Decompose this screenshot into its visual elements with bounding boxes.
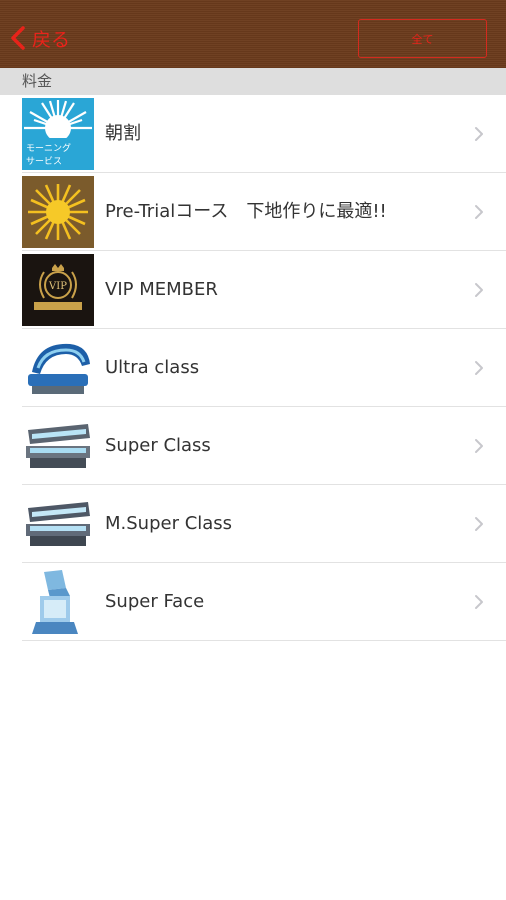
navigation-bar: 戻る 全て [0, 0, 506, 68]
face-tanner-icon [22, 566, 94, 638]
sunburst-gold-icon [22, 176, 94, 248]
list-item-label: M.Super Class [105, 513, 233, 534]
list-item-label: 朝割 [105, 123, 141, 144]
tanning-bed-icon [22, 332, 94, 404]
list-item-morning[interactable]: モーニング サービス 朝割 [0, 95, 506, 173]
price-list: モーニング サービス 朝割 Pre-Trialコース 下地作りに最適!! VIP… [0, 95, 506, 641]
chevron-right-icon [475, 595, 483, 609]
chevron-right-icon [475, 205, 483, 219]
vip-badge-icon: VIP [22, 254, 94, 326]
list-item-label: Super Face [105, 591, 205, 612]
tanning-bed-icon [22, 488, 94, 560]
back-label: 戻る [32, 28, 71, 51]
chevron-right-icon [475, 439, 483, 453]
section-header: 料金 [0, 68, 506, 95]
list-item-super-face[interactable]: Super Face [0, 563, 506, 641]
list-item-label: Ultra class [105, 357, 200, 378]
chevron-right-icon [475, 517, 483, 531]
list-item-ultra-class[interactable]: Ultra class [0, 329, 506, 407]
all-button[interactable]: 全て [358, 19, 487, 58]
chevron-right-icon [475, 127, 483, 141]
list-item-label: VIP MEMBER [105, 279, 218, 300]
list-item-label: Pre-Trialコース 下地作りに最適!! [105, 201, 387, 222]
chevron-left-icon [11, 26, 25, 50]
thumb-text-1: モーニング [26, 142, 71, 154]
list-item-super-class[interactable]: Super Class [0, 407, 506, 485]
thumb-text-1: VIP [48, 281, 67, 292]
list-item-vip-member[interactable]: VIP VIP MEMBER [0, 251, 506, 329]
chevron-right-icon [475, 283, 483, 297]
chevron-right-icon [475, 361, 483, 375]
list-item-m-super-class[interactable]: M.Super Class [0, 485, 506, 563]
list-item-label: Super Class [105, 435, 211, 456]
tanning-bed-icon [22, 410, 94, 482]
back-button[interactable]: 戻る [10, 20, 70, 56]
thumb-text-2: サービス [26, 156, 62, 167]
sunburst-blue-icon: モーニング サービス [22, 98, 94, 170]
list-item-pre-trial[interactable]: Pre-Trialコース 下地作りに最適!! [0, 173, 506, 251]
